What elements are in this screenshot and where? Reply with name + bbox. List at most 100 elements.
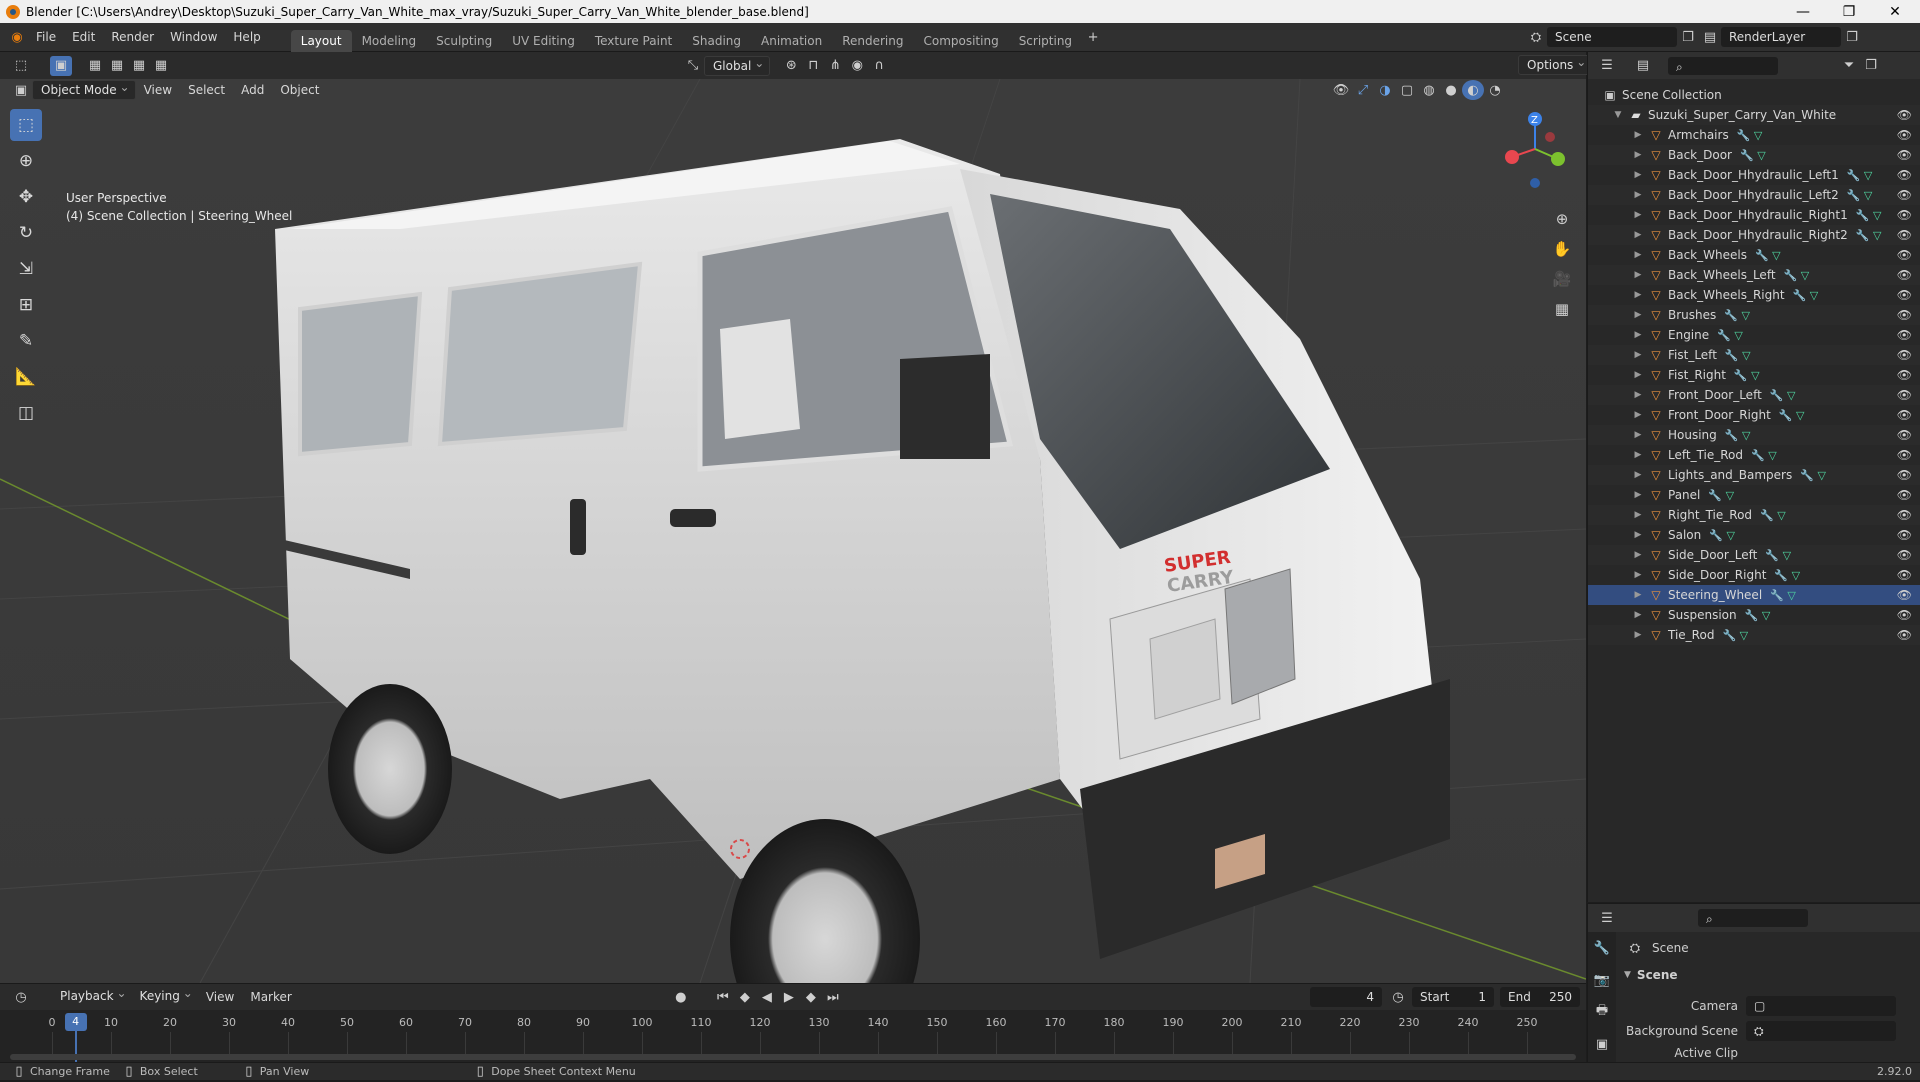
restore-icon[interactable]: ❐ (1826, 0, 1872, 23)
jump-end-icon[interactable]: ⏭ (822, 987, 844, 1007)
background-scene-field[interactable]: ⛭ (1746, 1021, 1896, 1041)
navigation-gizmo[interactable]: Z (1500, 109, 1570, 189)
viewport-menu-object[interactable]: Object (272, 79, 327, 105)
new-layer-icon[interactable]: ❐ (1841, 27, 1863, 47)
outliner-item-right-tie-rod[interactable]: ▶ ▽ Right_Tie_Rod 🔧 ▽ 👁 (1588, 505, 1920, 525)
modifier-icons[interactable]: 🔧 ▽ (1856, 209, 1882, 222)
visibility-icon[interactable]: 👁 (1330, 80, 1352, 100)
outliner-item-salon[interactable]: ▶ ▽ Salon 🔧 ▽ 👁 (1588, 525, 1920, 545)
outliner-collection-row[interactable]: ▼ ▰ Suzuki_Super_Carry_Van_White 👁 (1588, 105, 1920, 125)
outliner-item-back-door-hhydraulic-right2[interactable]: ▶ ▽ Back_Door_Hhydraulic_Right2 🔧 ▽ 👁 (1588, 225, 1920, 245)
expand-arrow-icon[interactable]: ▶ (1632, 310, 1644, 320)
expand-arrow-icon[interactable]: ▶ (1632, 370, 1644, 380)
eye-icon[interactable]: 👁 (1897, 428, 1912, 442)
expand-arrow-icon[interactable]: ▶ (1632, 530, 1644, 540)
jump-keyframe-forward-icon[interactable]: ◆ (800, 987, 822, 1007)
modifier-icons[interactable]: 🔧 ▽ (1774, 569, 1800, 582)
eye-icon[interactable]: 👁 (1897, 548, 1912, 562)
current-frame-field[interactable]: 4 (1310, 987, 1382, 1007)
eye-icon[interactable]: 👁 (1897, 488, 1912, 502)
expand-arrow-icon[interactable]: ▶ (1632, 130, 1644, 140)
rotate-tool-icon[interactable]: ↻ (10, 217, 42, 249)
expand-arrow-icon[interactable]: ▶ (1632, 430, 1644, 440)
add-cube-tool-icon[interactable]: ◫ (10, 397, 42, 429)
eye-icon[interactable]: 👁 (1897, 288, 1912, 302)
end-frame-field[interactable]: End 250 (1500, 987, 1580, 1007)
viewport-menu-add[interactable]: Add (233, 79, 272, 105)
outliner-item-back-door-hhydraulic-right1[interactable]: ▶ ▽ Back_Door_Hhydraulic_Right1 🔧 ▽ 👁 (1588, 205, 1920, 225)
outliner-item-back-wheels-right[interactable]: ▶ ▽ Back_Wheels_Right 🔧 ▽ 👁 (1588, 285, 1920, 305)
expand-arrow-icon[interactable]: ▶ (1632, 150, 1644, 160)
modifier-icons[interactable]: 🔧 ▽ (1847, 189, 1873, 202)
snap-icon[interactable]: ⊓ (802, 56, 824, 76)
outliner-editor-type-icon[interactable]: ☰ (1596, 56, 1618, 76)
modifier-icons[interactable]: 🔧 ▽ (1709, 529, 1735, 542)
rendered-shading-icon[interactable]: ◔ (1484, 80, 1506, 100)
expand-arrow-icon[interactable]: ▶ (1632, 550, 1644, 560)
expand-arrow-icon[interactable]: ▶ (1632, 450, 1644, 460)
tab-uv-editing[interactable]: UV Editing (502, 30, 585, 52)
modifier-icons[interactable]: 🔧 ▽ (1745, 609, 1771, 622)
wireframe-shading-icon[interactable]: ◍ (1418, 80, 1440, 100)
eye-icon[interactable]: 👁 (1897, 588, 1912, 602)
select-mode-subtract-icon[interactable]: ▦ (128, 56, 150, 76)
expand-arrow-icon[interactable]: ▶ (1632, 190, 1644, 200)
outliner-item-housing[interactable]: ▶ ▽ Housing 🔧 ▽ 👁 (1588, 425, 1920, 445)
camera-field[interactable]: ▢ (1746, 996, 1896, 1016)
select-tool-icon[interactable]: ▣ (50, 55, 72, 76)
properties-search-input[interactable]: ⌕ (1698, 909, 1808, 927)
record-icon[interactable]: ● (670, 987, 692, 1007)
outliner-item-suspension[interactable]: ▶ ▽ Suspension 🔧 ▽ 👁 (1588, 605, 1920, 625)
jump-keyframe-back-icon[interactable]: ◆ (734, 987, 756, 1007)
modifier-icons[interactable]: 🔧 ▽ (1847, 169, 1873, 182)
menu-window[interactable]: Window (162, 23, 225, 52)
eye-icon[interactable]: 👁 (1897, 308, 1912, 322)
render-layer-icon[interactable]: ▤ (1699, 27, 1721, 47)
outliner-item-back-door-hhydraulic-left1[interactable]: ▶ ▽ Back_Door_Hhydraulic_Left1 🔧 ▽ 👁 (1588, 165, 1920, 185)
outliner-item-engine[interactable]: ▶ ▽ Engine 🔧 ▽ 👁 (1588, 325, 1920, 345)
jump-start-icon[interactable]: ⏮ (712, 987, 734, 1007)
expand-arrow-icon[interactable]: ▶ (1632, 330, 1644, 340)
outliner-item-lights-and-bampers[interactable]: ▶ ▽ Lights_and_Bampers 🔧 ▽ 👁 (1588, 465, 1920, 485)
keying-menu[interactable]: Keying (132, 984, 198, 1007)
camera-view-icon[interactable]: 🎥 (1548, 265, 1576, 293)
new-scene-icon[interactable]: ❐ (1677, 27, 1699, 47)
menu-render[interactable]: Render (103, 23, 162, 52)
outliner-item-tie-rod[interactable]: ▶ ▽ Tie_Rod 🔧 ▽ 👁 (1588, 625, 1920, 645)
material-shading-icon[interactable]: ◐ (1462, 80, 1484, 100)
tab-texture-paint[interactable]: Texture Paint (585, 30, 682, 52)
scale-tool-icon[interactable]: ⇲ (10, 253, 42, 285)
outliner-item-fist-left[interactable]: ▶ ▽ Fist_Left 🔧 ▽ 👁 (1588, 345, 1920, 365)
eye-icon[interactable]: 👁 (1897, 448, 1912, 462)
timeline-ruler[interactable]: 0 10 20 30 40 50 60 70 80 90 100 110 120 130 140 150 160… (0, 1010, 1586, 1064)
modifier-icons[interactable]: 🔧 ▽ (1793, 289, 1819, 302)
modifier-icons[interactable]: 🔧 ▽ (1760, 509, 1786, 522)
pivot-icon[interactable]: ⊛ (780, 56, 802, 76)
modifier-icons[interactable]: 🔧 ▽ (1724, 309, 1750, 322)
outliner-item-steering-wheel[interactable]: ▶ ▽ Steering_Wheel 🔧 ▽ 👁 (1588, 585, 1920, 605)
cursor-tool-icon[interactable]: ⊕ (10, 145, 42, 177)
modifier-icons[interactable]: 🔧 ▽ (1800, 469, 1826, 482)
properties-editor-type-icon[interactable]: ☰ (1596, 908, 1618, 928)
add-workspace-icon[interactable]: + (1082, 27, 1104, 47)
move-tool-icon[interactable]: ✥ (10, 181, 42, 213)
options-dropdown[interactable]: Options (1518, 53, 1593, 75)
tab-compositing[interactable]: Compositing (913, 30, 1008, 52)
eye-icon[interactable]: 👁 (1897, 328, 1912, 342)
filter-icon[interactable]: ⏷ (1838, 56, 1860, 76)
outliner-item-front-door-left[interactable]: ▶ ▽ Front_Door_Left 🔧 ▽ 👁 (1588, 385, 1920, 405)
expand-arrow-icon[interactable]: ▶ (1632, 490, 1644, 500)
expand-arrow-icon[interactable]: ▶ (1632, 250, 1644, 260)
expand-arrow-icon[interactable]: ▶ (1632, 570, 1644, 580)
expand-arrow-icon[interactable]: ▶ (1632, 210, 1644, 220)
transform-tool-icon[interactable]: ⊞ (10, 289, 42, 321)
editor-type-icon[interactable]: ⬚ (10, 56, 32, 76)
minimize-icon[interactable]: — (1780, 0, 1826, 23)
pan-hand-icon[interactable]: ✋ (1548, 235, 1576, 263)
expand-arrow-icon[interactable]: ▶ (1632, 230, 1644, 240)
overlay-toggle-icon[interactable]: ◑ (1374, 80, 1396, 100)
xray-icon[interactable]: ▢ (1396, 80, 1418, 100)
outliner-item-back-wheels[interactable]: ▶ ▽ Back_Wheels 🔧 ▽ 👁 (1588, 245, 1920, 265)
outliner-item-left-tie-rod[interactable]: ▶ ▽ Left_Tie_Rod 🔧 ▽ 👁 (1588, 445, 1920, 465)
transform-orientation-icon[interactable]: ⤡ (682, 56, 704, 76)
